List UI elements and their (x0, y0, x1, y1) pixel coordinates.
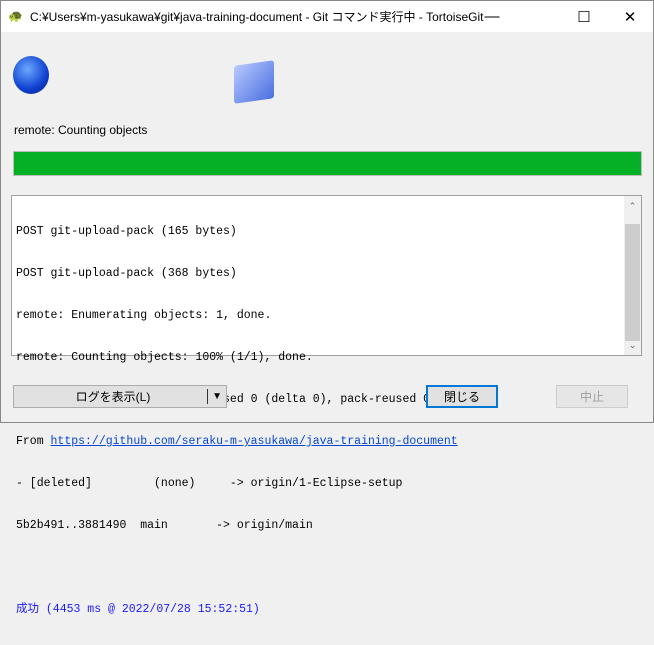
log-line: - [deleted] (none) -> origin/1-Eclipse-s… (16, 477, 403, 490)
vertical-scrollbar[interactable]: ⌃ ⌄ (624, 196, 641, 355)
log-line: remote: Counting objects: 100% (1/1), do… (16, 351, 313, 364)
globe-icon (13, 56, 49, 94)
close-button[interactable]: 閉じる (426, 385, 498, 408)
scroll-down-icon[interactable]: ⌄ (624, 340, 641, 351)
log-output[interactable]: POST git-upload-pack (165 bytes) POST gi… (11, 195, 642, 616)
result-line: 成功 (4453 ms @ 2022/07/28 15:52:51) (16, 603, 260, 616)
title-bar: 🐢 C:¥Users¥m-yasukawa¥git¥java-training-… (1, 1, 653, 32)
repo-url-link[interactable]: https://github.com/seraku-m-yasukawa/jav… (51, 435, 458, 448)
window-title: C:¥Users¥m-yasukawa¥git¥java-training-do… (30, 10, 484, 24)
minimize-button[interactable]: — (469, 1, 515, 32)
maximize-button[interactable]: ☐ (561, 1, 607, 32)
progress-bar (13, 151, 642, 176)
folder-icon (234, 60, 274, 104)
scroll-up-icon[interactable]: ⌃ (624, 201, 641, 212)
log-line: POST git-upload-pack (165 bytes) (16, 225, 237, 238)
log-line: 5b2b491..3881490 main -> origin/main (16, 519, 313, 532)
log-line: POST git-upload-pack (368 bytes) (16, 267, 237, 280)
log-line: remote: Enumerating objects: 1, done. (16, 309, 272, 322)
progress-fill (14, 152, 641, 175)
tortoisegit-icon: 🐢 (8, 8, 23, 23)
from-label: From (16, 435, 51, 448)
log-line: From https://github.com/seraku-m-yasukaw… (16, 435, 458, 449)
status-text: remote: Counting objects (14, 123, 148, 137)
show-log-button[interactable]: ログを表示(L) ▼ (13, 385, 227, 408)
close-window-button[interactable]: ✕ (607, 1, 653, 32)
dropdown-arrow-icon[interactable]: ▼ (212, 391, 222, 402)
show-log-label: ログを表示(L) (75, 390, 151, 404)
scroll-thumb[interactable] (625, 224, 640, 341)
abort-button[interactable]: 中止 (556, 385, 628, 408)
